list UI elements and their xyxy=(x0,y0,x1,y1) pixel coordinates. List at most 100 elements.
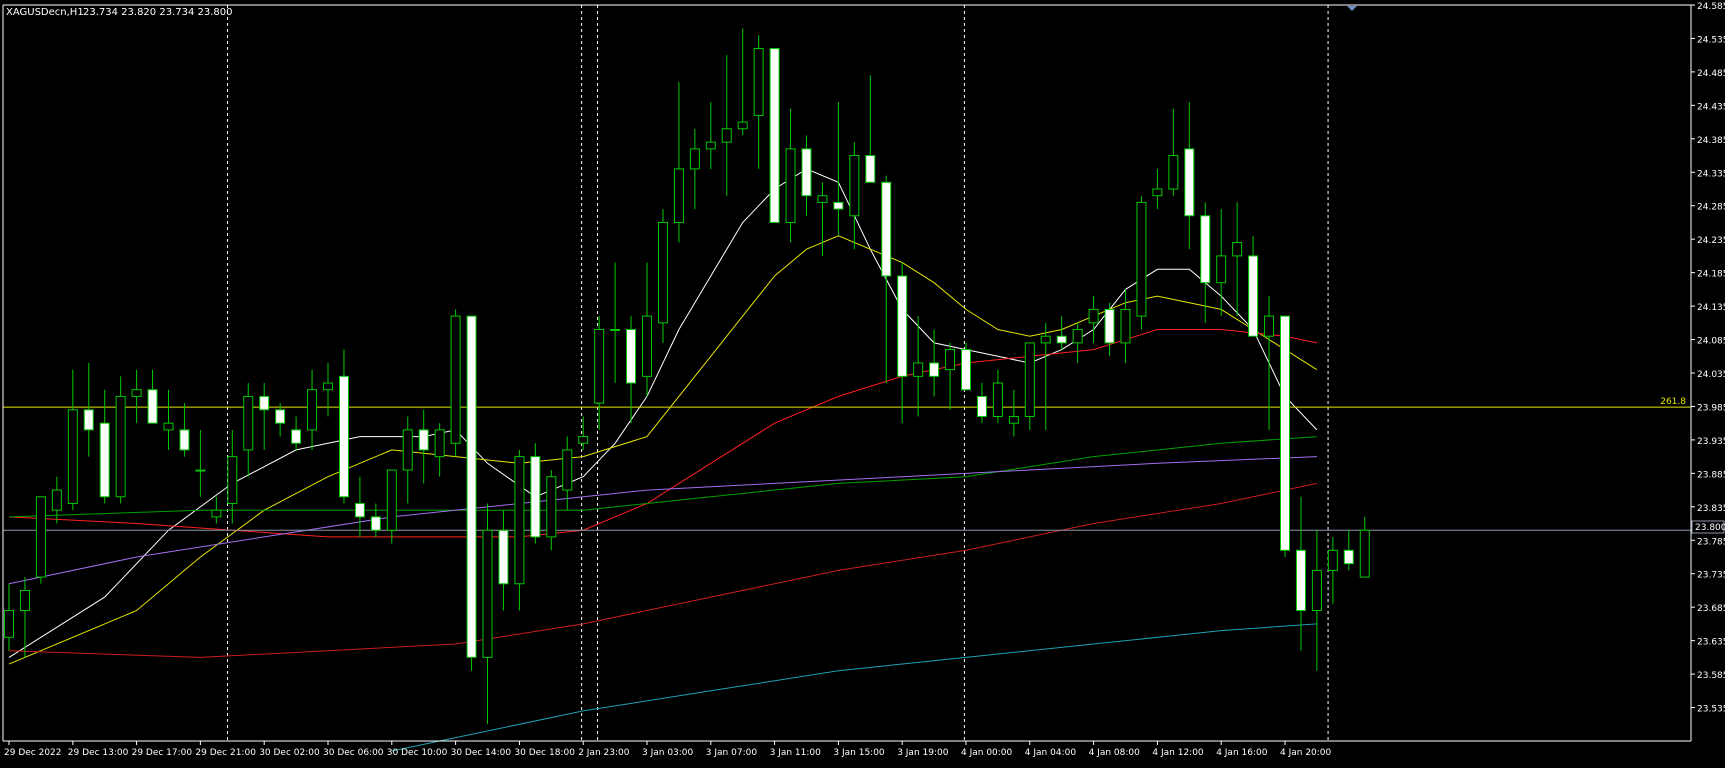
candle-body-bull xyxy=(115,395,126,498)
time-tick-label: 29 Dec 2022 xyxy=(4,748,62,758)
candle-body-bull xyxy=(1040,335,1051,344)
candle-body-bear xyxy=(865,155,876,183)
candle-body-bear xyxy=(354,502,365,518)
candle[interactable] xyxy=(450,309,461,457)
current-price-tag: 23.800 xyxy=(1691,520,1725,534)
candle-body-bull xyxy=(450,315,461,444)
candle-body-bear xyxy=(275,409,286,424)
candle[interactable] xyxy=(961,342,971,391)
candle-body-bear xyxy=(1343,549,1354,565)
candle-body-bull xyxy=(737,121,748,130)
candle-body-bear xyxy=(1200,215,1211,284)
chart-window[interactable]: 23.535 23.585 23.635 23.685 23.735 23.785 23.8… xyxy=(0,0,1725,764)
time-tick-label: 30 Dec 18:00 xyxy=(514,748,575,758)
price-tick-label: 23.735 xyxy=(1697,571,1725,581)
candle[interactable] xyxy=(466,315,477,671)
candle-body-bull xyxy=(913,362,924,377)
candle[interactable] xyxy=(769,47,780,223)
candle[interactable] xyxy=(1280,315,1290,557)
price-tick-label: 24.085 xyxy=(1697,337,1725,347)
candle-body-bear xyxy=(626,329,637,384)
candlestick-chart[interactable]: 23.535 23.585 23.635 23.685 23.735 23.785 23.8… xyxy=(0,0,1725,764)
candle-body-bear xyxy=(961,349,971,391)
price-tick-label: 23.635 xyxy=(1697,638,1725,648)
candle-body-bull xyxy=(307,389,318,431)
price-tick-label: 23.585 xyxy=(1697,671,1725,681)
candle-body-bear xyxy=(897,275,908,377)
candle-body-bull xyxy=(562,449,573,491)
time-tick-label: 4 Jan 08:00 xyxy=(1089,748,1141,758)
price-tick-label: 24.435 xyxy=(1697,102,1725,112)
candle-body-bull xyxy=(1152,188,1163,197)
candle-body-bull xyxy=(1088,308,1099,324)
candle-body-bull xyxy=(482,529,493,658)
candle-body-bull xyxy=(785,148,796,223)
candle-body-bull xyxy=(514,456,525,585)
candle-body-bear xyxy=(370,516,381,531)
candle-body-bear xyxy=(418,429,429,451)
time-tick-label: 3 Jan 19:00 xyxy=(897,748,949,758)
time-tick-label: 29 Dec 21:00 xyxy=(195,748,256,758)
candle-body-bear xyxy=(976,395,987,417)
time-tick-label: 4 Jan 20:00 xyxy=(1280,748,1332,758)
candle[interactable] xyxy=(1024,342,1035,430)
price-tick-label: 23.885 xyxy=(1697,470,1725,480)
candle-body-bull xyxy=(67,409,78,504)
candle[interactable] xyxy=(35,496,46,584)
candle-body-bull xyxy=(163,422,174,431)
candle-body-bull xyxy=(434,429,445,458)
candle-body-bear xyxy=(769,47,780,223)
candle-body-bear xyxy=(1295,549,1306,612)
candle-body-bull xyxy=(1311,569,1322,612)
candle-body-bull xyxy=(1008,415,1019,424)
candle[interactable] xyxy=(530,443,541,544)
candle-body-bull xyxy=(402,429,413,471)
candle-body-bear xyxy=(801,148,812,197)
candle-body-bear xyxy=(881,181,892,277)
candle-body-bear xyxy=(1280,315,1290,551)
candle-body-bear xyxy=(530,456,541,538)
candle-body-bull xyxy=(673,168,684,223)
price-tick-label: 24.585 xyxy=(1697,2,1725,12)
time-tick-label: 30 Dec 06:00 xyxy=(323,748,384,758)
candle-body-bull xyxy=(705,141,716,150)
candle-body-bull xyxy=(131,389,142,397)
candle-body-bull xyxy=(546,476,557,538)
price-tick-label: 24.385 xyxy=(1697,136,1725,146)
candle-body-bull xyxy=(689,148,700,170)
candle-body-bull xyxy=(753,47,764,116)
chart-background xyxy=(0,0,1725,764)
ohlc-readout: 23.734 23.820 23.734 23.800 xyxy=(83,7,233,18)
candle-body-bear xyxy=(1248,255,1259,337)
candle-body-bull xyxy=(227,456,238,504)
candle-body-bear xyxy=(147,389,158,424)
fib-level-label: 261.8 xyxy=(1660,397,1686,407)
price-tick-label: 23.535 xyxy=(1697,705,1725,715)
price-tick-label: 23.685 xyxy=(1697,604,1725,614)
price-tick-label: 24.535 xyxy=(1697,35,1725,45)
price-tick-label: 24.335 xyxy=(1697,169,1725,179)
candle-body-bear xyxy=(1056,335,1067,344)
candle-body-bull xyxy=(4,610,14,638)
candle-body-bull xyxy=(1072,329,1083,344)
price-tick-label: 23.785 xyxy=(1697,537,1725,547)
time-tick-label: 29 Dec 17:00 xyxy=(132,748,193,758)
time-tick-label: 30 Dec 10:00 xyxy=(387,748,448,758)
time-tick-label: 30 Dec 02:00 xyxy=(259,748,320,758)
candle-body-bear xyxy=(99,422,110,498)
candle[interactable] xyxy=(1136,195,1147,330)
candle-body-bear xyxy=(291,429,302,444)
symbol-label: XAGUSDecn,H1 xyxy=(6,7,84,18)
time-tick-label: 4 Jan 16:00 xyxy=(1216,748,1268,758)
candle-body-bull xyxy=(35,496,46,578)
candle-body-bull xyxy=(594,329,605,404)
candle-body-bull xyxy=(945,349,956,371)
price-tick-label: 24.285 xyxy=(1697,203,1725,213)
candle-body-bear xyxy=(498,529,509,585)
candle-body-bull xyxy=(195,469,206,472)
candle[interactable] xyxy=(657,209,668,343)
candle-body-bear xyxy=(1184,148,1195,217)
candle-body-bull xyxy=(1359,529,1370,578)
current-price-label: 23.800 xyxy=(1695,523,1725,533)
candle-body-bull xyxy=(1168,155,1179,190)
